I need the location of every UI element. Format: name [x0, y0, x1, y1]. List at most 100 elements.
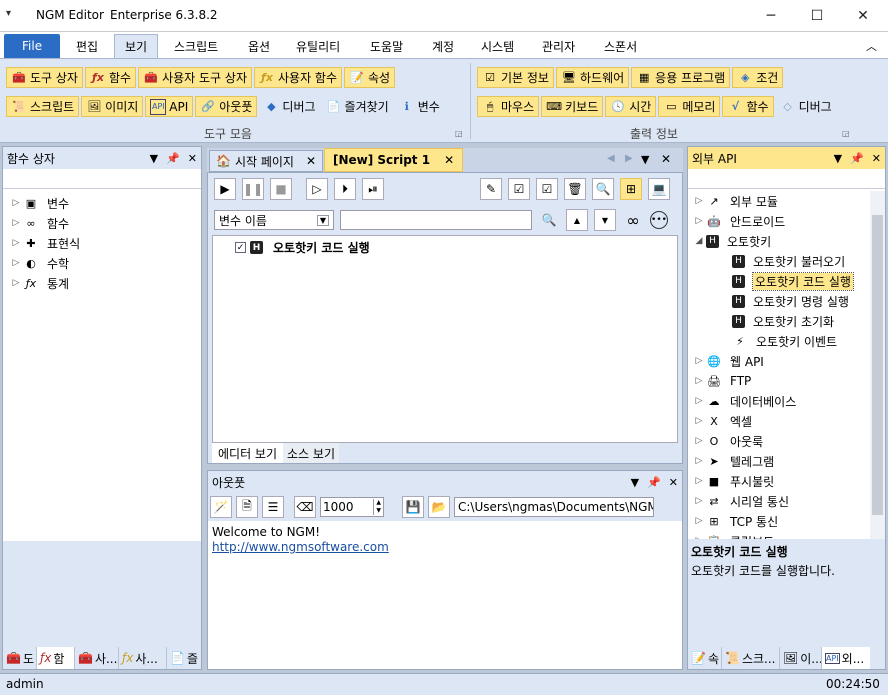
- variable-name-select[interactable]: 변수 이름 ▼: [214, 210, 334, 230]
- tab-scroll-right-icon[interactable]: ▶: [625, 153, 633, 164]
- tab-admin[interactable]: 관리자: [532, 34, 585, 58]
- tree-item-expressions[interactable]: ▷ ✚ 표현식: [9, 233, 195, 253]
- play-icon[interactable]: ▶: [214, 178, 236, 200]
- tab-view[interactable]: 보기: [114, 34, 159, 58]
- expand-icon[interactable]: ▷: [692, 496, 706, 506]
- tab-options[interactable]: 옵션: [238, 34, 280, 58]
- api-tree-item[interactable]: ▷ X 엑셀: [692, 411, 866, 431]
- panel-close-icon[interactable]: ✕: [872, 152, 881, 165]
- move-down-icon[interactable]: ▼: [594, 209, 616, 231]
- expand-icon[interactable]: ▷: [9, 238, 23, 248]
- pin-icon[interactable]: 📌: [850, 152, 864, 165]
- api-tree-item[interactable]: ⚡ 오토핫키 이벤트: [692, 331, 866, 351]
- panel-close-icon[interactable]: ✕: [669, 476, 678, 489]
- run-selected-icon[interactable]: ⏯: [362, 178, 384, 200]
- tab-properties[interactable]: 📝 속: [688, 647, 722, 669]
- tree-view-icon[interactable]: ⊞: [620, 178, 642, 200]
- open-folder-icon[interactable]: 📂: [428, 496, 450, 518]
- expand-icon[interactable]: ▷: [692, 396, 706, 406]
- monitor-icon[interactable]: 💻: [648, 178, 670, 200]
- script-canvas[interactable]: ✓ H 오토핫키 코드 실행: [212, 235, 678, 443]
- api-tree-item[interactable]: ▷ ⊞ TCP 통신: [692, 511, 866, 531]
- api-tree-item[interactable]: ▷ ⇄ 시리얼 통신: [692, 491, 866, 511]
- api-tree-item[interactable]: H 오토핫키 불러오기: [692, 251, 866, 271]
- expand-icon[interactable]: ▷: [9, 218, 23, 228]
- tab-image[interactable]: 🖼 이...: [780, 647, 822, 669]
- api-tree-item[interactable]: ▷ ■ 푸시불릿: [692, 471, 866, 491]
- expand-icon[interactable]: ▷: [692, 516, 706, 526]
- pause-icon[interactable]: ❚❚: [242, 178, 264, 200]
- script-button[interactable]: 📜 스크립트: [6, 96, 80, 117]
- output-button[interactable]: 🔗 아웃풋: [195, 96, 258, 117]
- save-icon[interactable]: 💾: [402, 496, 424, 518]
- debug2-button[interactable]: ◇ 디버그: [776, 96, 836, 117]
- close-document-icon[interactable]: ✕: [661, 152, 671, 166]
- tab-start-page[interactable]: 🏠 시작 페이지 ✕: [209, 150, 324, 172]
- tab-edit[interactable]: 편집: [66, 34, 108, 58]
- scrollbar-thumb[interactable]: [872, 215, 883, 515]
- conditions-button[interactable]: ◈ 조건: [732, 67, 784, 88]
- tab-utility[interactable]: 유틸리티: [286, 34, 350, 58]
- tab-file[interactable]: File: [4, 34, 61, 58]
- tab-script[interactable]: 스크립트: [164, 34, 228, 58]
- api-tree-item[interactable]: ▷ 🌐 웹 API: [692, 351, 866, 371]
- infinity-icon[interactable]: ∞: [622, 209, 644, 231]
- toolbox-button[interactable]: 🧰 도구 상자: [6, 67, 83, 88]
- pin-icon[interactable]: 📌: [166, 152, 180, 165]
- tab-toolbox[interactable]: 🧰 도: [3, 647, 37, 669]
- edit-icon[interactable]: ✎: [480, 178, 502, 200]
- search-icon[interactable]: 🔍: [592, 178, 614, 200]
- pin-icon[interactable]: 📌: [647, 476, 661, 489]
- properties-button[interactable]: 📝 속성: [344, 67, 396, 88]
- expand-icon[interactable]: ◢: [692, 236, 706, 246]
- expand-icon[interactable]: ▷: [692, 376, 706, 386]
- variables-button[interactable]: ℹ 변수: [395, 96, 444, 117]
- output-link[interactable]: http://www.ngmsoftware.com: [212, 540, 678, 555]
- tab-script1[interactable]: [New] Script 1 ✕: [324, 148, 464, 172]
- search-icon[interactable]: 🔍: [538, 209, 560, 231]
- basic-info-button[interactable]: ☑ 기본 정보: [477, 67, 554, 88]
- group1-launcher-icon[interactable]: ◲: [455, 129, 463, 138]
- eraser-icon[interactable]: ⌫: [294, 496, 316, 518]
- api-tree-scrollbar[interactable]: [870, 191, 885, 539]
- api-tree-item[interactable]: ▷ ➤ 텔레그램: [692, 451, 866, 471]
- more-icon[interactable]: •••: [650, 211, 668, 229]
- run-from-icon[interactable]: ⏵: [334, 178, 356, 200]
- hardware-button[interactable]: 🖥 하드웨어: [555, 67, 630, 88]
- quick-access-caret-icon[interactable]: ▾: [6, 8, 11, 19]
- tab-sponsor[interactable]: 스폰서: [594, 34, 647, 58]
- mouse-button[interactable]: 🖱 마우스: [477, 96, 540, 117]
- check-icon[interactable]: ☑: [536, 178, 558, 200]
- time-button[interactable]: 🕓 시간: [605, 96, 657, 117]
- expand-icon[interactable]: ▷: [9, 258, 23, 268]
- api-tree-item[interactable]: H 오토핫키 초기화: [692, 311, 866, 331]
- tree-item-statistics[interactable]: ▷ ƒx 통계: [9, 273, 195, 293]
- api-tree-item[interactable]: ▷📋클립보드: [692, 531, 866, 540]
- collapse-ribbon-icon[interactable]: ︿: [866, 38, 877, 54]
- tab-user-functions[interactable]: ƒx 사...: [119, 647, 167, 669]
- expand-icon[interactable]: ▷: [9, 198, 23, 208]
- minimize-button[interactable]: ─: [748, 0, 794, 32]
- tab-functions[interactable]: ƒx 함: [37, 647, 75, 669]
- expand-icon[interactable]: ▷: [9, 278, 23, 288]
- line-count-stepper[interactable]: 1000 ▲ ▼: [320, 497, 384, 517]
- api-tree-item[interactable]: ◢ H 오토핫키: [692, 231, 866, 251]
- maximize-button[interactable]: ☐: [794, 0, 840, 32]
- memory-button[interactable]: ▭ 메모리: [658, 96, 721, 117]
- api-button[interactable]: API API: [145, 96, 194, 117]
- tab-favorites[interactable]: 📄 즐: [167, 647, 199, 669]
- tab-editor-view[interactable]: 에디터 보기: [212, 443, 284, 463]
- expand-icon[interactable]: ▷: [692, 456, 706, 466]
- file-settings-icon[interactable]: 🗎: [236, 496, 258, 518]
- panel-menu-icon[interactable]: ▼: [150, 152, 158, 165]
- check-all-icon[interactable]: ☑: [508, 178, 530, 200]
- tab-close-icon[interactable]: ✕: [306, 154, 316, 168]
- tab-source-view[interactable]: 소스 보기: [283, 443, 339, 463]
- script-row[interactable]: ✓ H 오토핫키 코드 실행: [235, 239, 677, 256]
- keyboard-button[interactable]: ⌨ 키보드: [541, 96, 604, 117]
- tab-external-api[interactable]: API 외...: [822, 647, 870, 669]
- panel-menu-icon[interactable]: ▼: [631, 476, 639, 489]
- expand-icon[interactable]: ▷: [692, 196, 706, 206]
- expand-icon[interactable]: ▷: [692, 416, 706, 426]
- tab-system[interactable]: 시스템: [471, 34, 524, 58]
